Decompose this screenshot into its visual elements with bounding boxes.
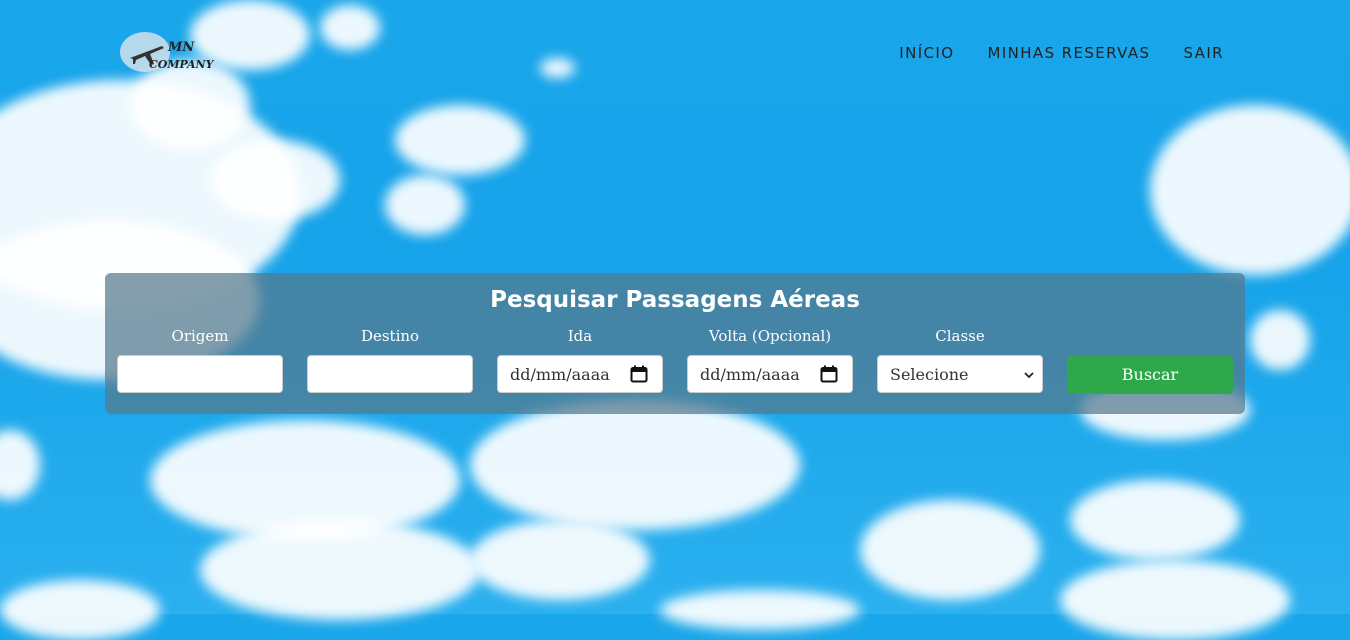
volta-date-input[interactable]: dd/mm/aaaa [687,355,853,393]
destino-field: Destino [307,325,473,393]
origem-label: Origem [171,327,229,345]
ida-date-input[interactable]: dd/mm/aaaa [497,355,663,393]
logo-text-company: COMPANY [149,58,214,71]
calendar-icon[interactable] [630,365,648,383]
ida-label: Ida [567,327,593,345]
flight-search-panel: Pesquisar Passagens Aéreas Origem Destin… [105,273,1245,414]
company-logo[interactable]: MN COMPANY [120,30,220,76]
classe-selected-value: Selecione [890,365,969,384]
origem-field: Origem [117,325,283,393]
buscar-button[interactable]: Buscar [1067,356,1233,394]
nav-inicio[interactable]: INÍCIO [899,44,954,62]
chevron-down-icon [1024,372,1034,379]
calendar-icon[interactable] [820,365,838,383]
top-header: MN COMPANY INÍCIO MINHAS RESERVAS SAIR [0,0,1350,100]
main-nav: INÍCIO MINHAS RESERVAS SAIR [899,44,1224,62]
logo-text-mn: MN [168,40,195,55]
classe-field: Classe Selecione [877,325,1043,393]
volta-placeholder: dd/mm/aaaa [700,365,800,384]
nav-sair[interactable]: SAIR [1183,44,1224,62]
search-title: Pesquisar Passagens Aéreas [490,287,860,313]
volta-field: Volta (Opcional) dd/mm/aaaa [687,325,853,393]
destino-input[interactable] [307,355,473,393]
classe-select[interactable]: Selecione [877,355,1043,393]
ida-field: Ida dd/mm/aaaa [497,325,663,393]
ida-placeholder: dd/mm/aaaa [510,365,610,384]
nav-minhas-reservas[interactable]: MINHAS RESERVAS [987,44,1150,62]
volta-label: Volta (Opcional) [708,327,832,345]
destino-label: Destino [360,327,420,345]
origem-input[interactable] [117,355,283,393]
classe-label: Classe [935,327,985,345]
